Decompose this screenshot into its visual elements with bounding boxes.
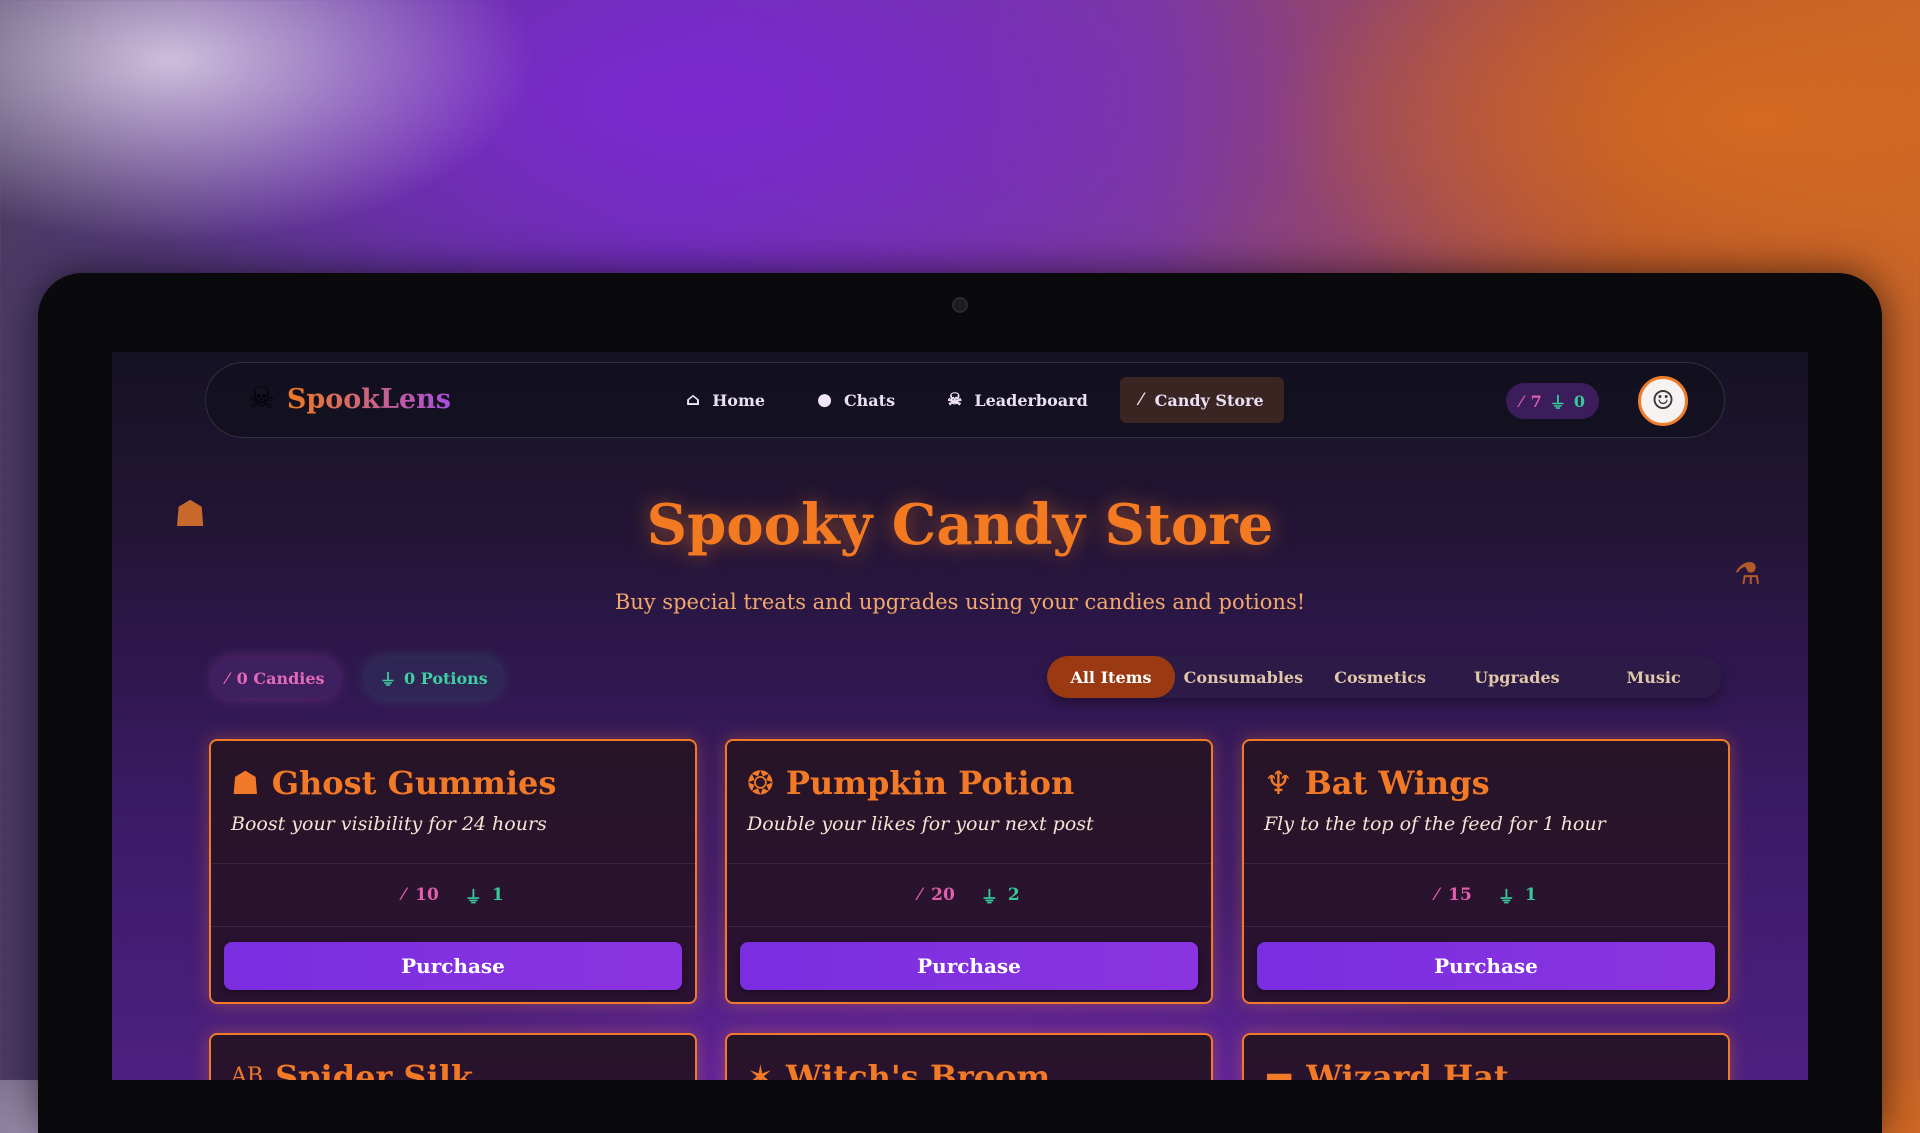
potion-flask-icon: ⏚ — [1497, 887, 1515, 908]
item-title: Bat Wings — [1304, 764, 1490, 802]
brand-logo[interactable]: ☠ SpookLens — [248, 381, 451, 417]
item-description: Double your likes for your next post — [747, 813, 1094, 835]
navbar: ☠ SpookLens ⌂ Home ● Chats ☠ Leaderboard… — [205, 362, 1725, 438]
item-prices: ⁄ 10 ⏚ 1 — [211, 863, 695, 927]
candy-price: 10 — [415, 885, 439, 905]
ghost-icon: ☗ — [231, 764, 260, 802]
store-item-card: ▬ Wizard Hat — [1242, 1033, 1730, 1080]
item-title: Witch's Broom — [785, 1058, 1051, 1080]
potion-price: 1 — [491, 885, 504, 905]
store-item-card: ✶ Witch's Broom — [725, 1033, 1213, 1080]
wallet-potions: 0 — [1573, 391, 1585, 411]
purchase-button[interactable]: Purchase — [224, 942, 682, 990]
nav-leaderboard[interactable]: ☠ Leaderboard — [927, 377, 1108, 423]
page-subtitle: Buy special treats and upgrades using yo… — [614, 590, 1306, 614]
skull-icon: ☠ — [947, 390, 963, 410]
candy-cane-icon: ⁄ — [1139, 390, 1143, 410]
tab-music[interactable]: Music — [1585, 656, 1722, 698]
purchase-button[interactable]: Purchase — [1257, 942, 1715, 990]
potion-price: 2 — [1007, 885, 1020, 905]
candy-cane-icon: ⁄ — [1520, 391, 1523, 411]
potion-flask-icon: ⏚ — [980, 887, 998, 908]
item-description: Fly to the top of the feed for 1 hour — [1264, 813, 1606, 835]
nav-candy-store[interactable]: ⁄ Candy Store — [1119, 377, 1284, 423]
item-title: Spider Silk — [275, 1058, 474, 1080]
pumpkin-icon: ❂ — [747, 764, 774, 802]
tab-cosmetics[interactable]: Cosmetics — [1312, 656, 1449, 698]
item-prices: ⁄ 20 ⏚ 2 — [727, 863, 1211, 927]
store-item-card: ❂ Pumpkin Potion Double your likes for y… — [725, 739, 1213, 1004]
tab-consumables[interactable]: Consumables — [1175, 656, 1312, 698]
skull-pirate-icon: ☠ — [248, 381, 275, 416]
candy-price: 20 — [931, 885, 955, 905]
wallet-badge[interactable]: ⁄ 7 ⏚ 0 — [1506, 383, 1599, 419]
home-icon: ⌂ — [686, 390, 701, 410]
nav-leaderboard-label: Leaderboard — [974, 390, 1088, 410]
store-item-card: AB Spider Silk — [209, 1033, 697, 1080]
candies-balance-label: 0 Candies — [236, 668, 325, 688]
candy-price: 15 — [1448, 885, 1472, 905]
nav-chats-label: Chats — [843, 390, 896, 410]
nav-home[interactable]: ⌂ Home — [666, 377, 785, 423]
tab-all-items[interactable]: All Items — [1047, 656, 1175, 698]
store-item-card: ☗ Ghost Gummies Boost your visibility fo… — [209, 739, 697, 1004]
category-tabs: All Items Consumables Cosmetics Upgrades… — [1047, 656, 1722, 698]
purchase-button[interactable]: Purchase — [740, 942, 1198, 990]
brand-name: SpookLens — [286, 383, 452, 415]
nav-links: ⌂ Home ● Chats ☠ Leaderboard ⁄ Candy Sto… — [666, 377, 1284, 423]
wallet-candies: 7 — [1530, 391, 1542, 411]
nav-chats[interactable]: ● Chats — [797, 377, 915, 423]
item-title: Ghost Gummies — [271, 764, 557, 802]
nav-home-label: Home — [712, 390, 766, 410]
sparkle-icon: ✶ — [747, 1058, 774, 1080]
candies-balance: ⁄ 0 Candies — [212, 658, 339, 698]
candy-cane-icon: ⁄ — [918, 885, 922, 905]
item-title: Pumpkin Potion — [785, 764, 1075, 802]
webcam — [952, 297, 968, 313]
candy-cane-icon: ⁄ — [1435, 885, 1439, 905]
store-item-card: ♆ Bat Wings Fly to the top of the feed f… — [1242, 739, 1730, 1004]
item-prices: ⁄ 15 ⏚ 1 — [1244, 863, 1728, 927]
ghost-avatar-icon: ☺ — [1651, 386, 1675, 416]
tab-upgrades[interactable]: Upgrades — [1449, 656, 1586, 698]
chat-bubble-icon: ● — [817, 390, 832, 410]
potion-price: 1 — [1524, 885, 1537, 905]
hat-icon: ▬ — [1264, 1058, 1295, 1080]
potion-flask-icon: ⏚ — [380, 670, 397, 689]
potion-flask-icon: ⏚ — [464, 887, 482, 908]
text-style-icon: AB — [231, 1064, 264, 1080]
candy-cane-icon: ⁄ — [402, 885, 406, 905]
item-description: Boost your visibility for 24 hours — [231, 813, 547, 835]
page-title: Spooky Candy Store — [646, 492, 1274, 558]
potions-balance-label: 0 Potions — [404, 668, 488, 688]
user-avatar[interactable]: ☺ — [1638, 376, 1688, 426]
bat-icon: ♆ — [1264, 764, 1293, 802]
nav-candy-store-label: Candy Store — [1154, 390, 1264, 410]
app-screen: ☠ SpookLens ⌂ Home ● Chats ☠ Leaderboard… — [112, 352, 1808, 1080]
potions-balance: ⏚ 0 Potions — [366, 658, 502, 698]
item-title: Wizard Hat — [1306, 1058, 1509, 1080]
potion-bottle-icon: ⚗ — [1734, 557, 1761, 592]
potion-flask-icon: ⏚ — [1549, 393, 1566, 412]
candy-cane-icon: ⁄ — [226, 668, 229, 688]
